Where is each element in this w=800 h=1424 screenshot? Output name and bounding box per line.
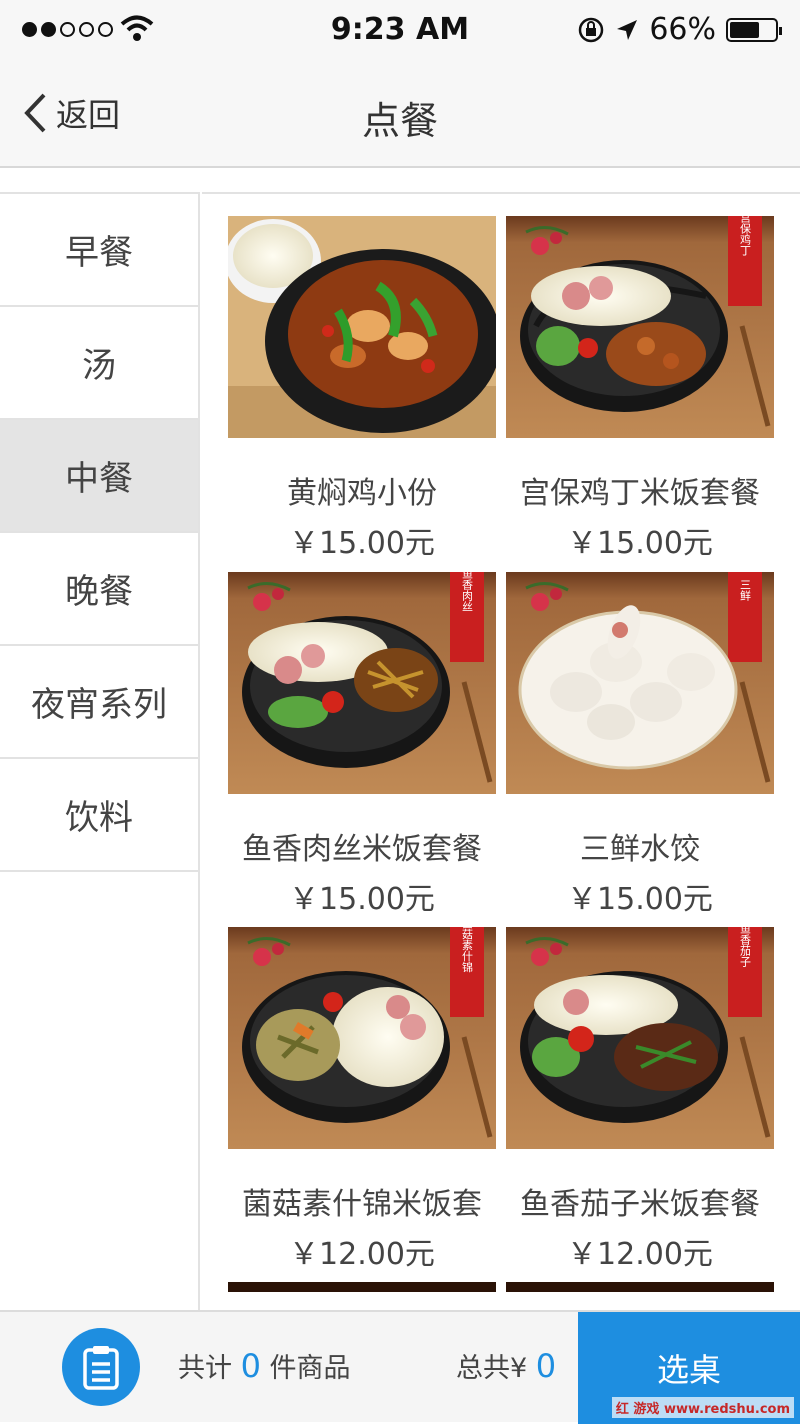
- category-dinner[interactable]: 晚餐: [0, 533, 198, 646]
- dish-name: 鱼香肉丝米饭套餐: [228, 824, 496, 868]
- dish-photo: 宫保鸡丁: [506, 216, 774, 438]
- watermark: 红 游戏 www.redshu.com: [612, 1397, 794, 1418]
- item-count-prefix: 共计: [178, 1353, 232, 1384]
- item-count-suffix: 件商品: [270, 1353, 351, 1384]
- category-sidebar: 早餐 汤 中餐 晚餐 夜宵系列 饮料: [0, 192, 200, 1310]
- dish-photo: 菌菇素什锦: [228, 927, 496, 1149]
- total-price: 总共¥ 0: [456, 1346, 556, 1385]
- dish-photo: 鱼香肉丝: [228, 572, 496, 794]
- menu-item[interactable]: 宫保鸡丁 宫保鸡丁米饭套餐 ￥15.00元: [506, 216, 774, 562]
- order-list-icon: [81, 1344, 121, 1390]
- category-lunch[interactable]: 中餐: [0, 420, 198, 533]
- category-soup[interactable]: 汤: [0, 307, 198, 420]
- menu-item[interactable]: 黄焖鸡小份 ￥15.00元: [228, 216, 496, 562]
- dish-photo: 鱼香茄子: [506, 927, 774, 1149]
- item-count-value: 0: [241, 1347, 261, 1385]
- menu-item[interactable]: 鱼香茄子 鱼香茄子米饭套餐 ￥12.00元: [506, 927, 774, 1273]
- dish-name: 黄焖鸡小份: [228, 468, 496, 512]
- category-breakfast[interactable]: 早餐: [0, 194, 198, 307]
- dish-photo: 三鲜: [506, 572, 774, 794]
- card-label: 菌菇素什锦: [461, 927, 474, 973]
- total-price-prefix: 总共¥: [456, 1353, 527, 1384]
- card-label: 三鲜: [739, 579, 752, 602]
- category-late-night[interactable]: 夜宵系列: [0, 646, 198, 759]
- next-item-edge: [506, 1282, 774, 1292]
- menu-item[interactable]: 鱼香肉丝 鱼香肉丝米饭套餐 ￥15.00元: [228, 572, 496, 918]
- cart-bar: 共计 0 件商品 总共¥ 0 选桌 红 游戏 www.redshu.com: [0, 1310, 800, 1422]
- battery-percent: 66%: [649, 12, 716, 47]
- menu-item[interactable]: 菌菇素什锦 菌菇素什锦米饭套 ￥12.00元: [228, 927, 496, 1273]
- location-arrow-icon: [615, 18, 639, 42]
- dish-price: ￥12.00元: [228, 1229, 496, 1273]
- dish-photo: [228, 216, 496, 438]
- dish-price: ￥15.00元: [228, 518, 496, 562]
- status-bar: 9:23 AM 66%: [0, 0, 800, 62]
- card-label: 鱼香茄子: [739, 927, 752, 967]
- dish-price: ￥15.00元: [506, 874, 774, 918]
- dish-price: ￥12.00元: [506, 1229, 774, 1273]
- dish-name: 菌菇素什锦米饭套: [228, 1179, 496, 1223]
- navigation-bar: 返回 点餐: [0, 62, 800, 168]
- dish-price: ￥15.00元: [506, 518, 774, 562]
- menu-item[interactable]: 三鲜 三鲜水饺 ￥15.00元: [506, 572, 774, 918]
- dish-price: ￥15.00元: [228, 874, 496, 918]
- card-label: 鱼香肉丝: [461, 572, 474, 612]
- dish-name: 宫保鸡丁米饭套餐: [506, 468, 774, 512]
- item-count: 共计 0 件商品: [178, 1346, 351, 1385]
- total-price-value: 0: [536, 1347, 556, 1385]
- page-title: 点餐: [0, 90, 800, 145]
- orientation-lock-icon: [577, 16, 605, 44]
- battery-icon: [726, 18, 778, 42]
- menu-grid: 黄焖鸡小份 ￥15.00元 宫保鸡丁 宫保鸡丁米饭套餐 ￥15.00元: [202, 192, 800, 1310]
- cart-button[interactable]: [62, 1328, 140, 1406]
- card-label: 宫保鸡丁: [739, 216, 752, 256]
- dish-name: 鱼香茄子米饭套餐: [506, 1179, 774, 1223]
- category-drinks[interactable]: 饮料: [0, 759, 198, 872]
- dish-name: 三鲜水饺: [506, 824, 774, 868]
- next-item-edge: [228, 1282, 496, 1292]
